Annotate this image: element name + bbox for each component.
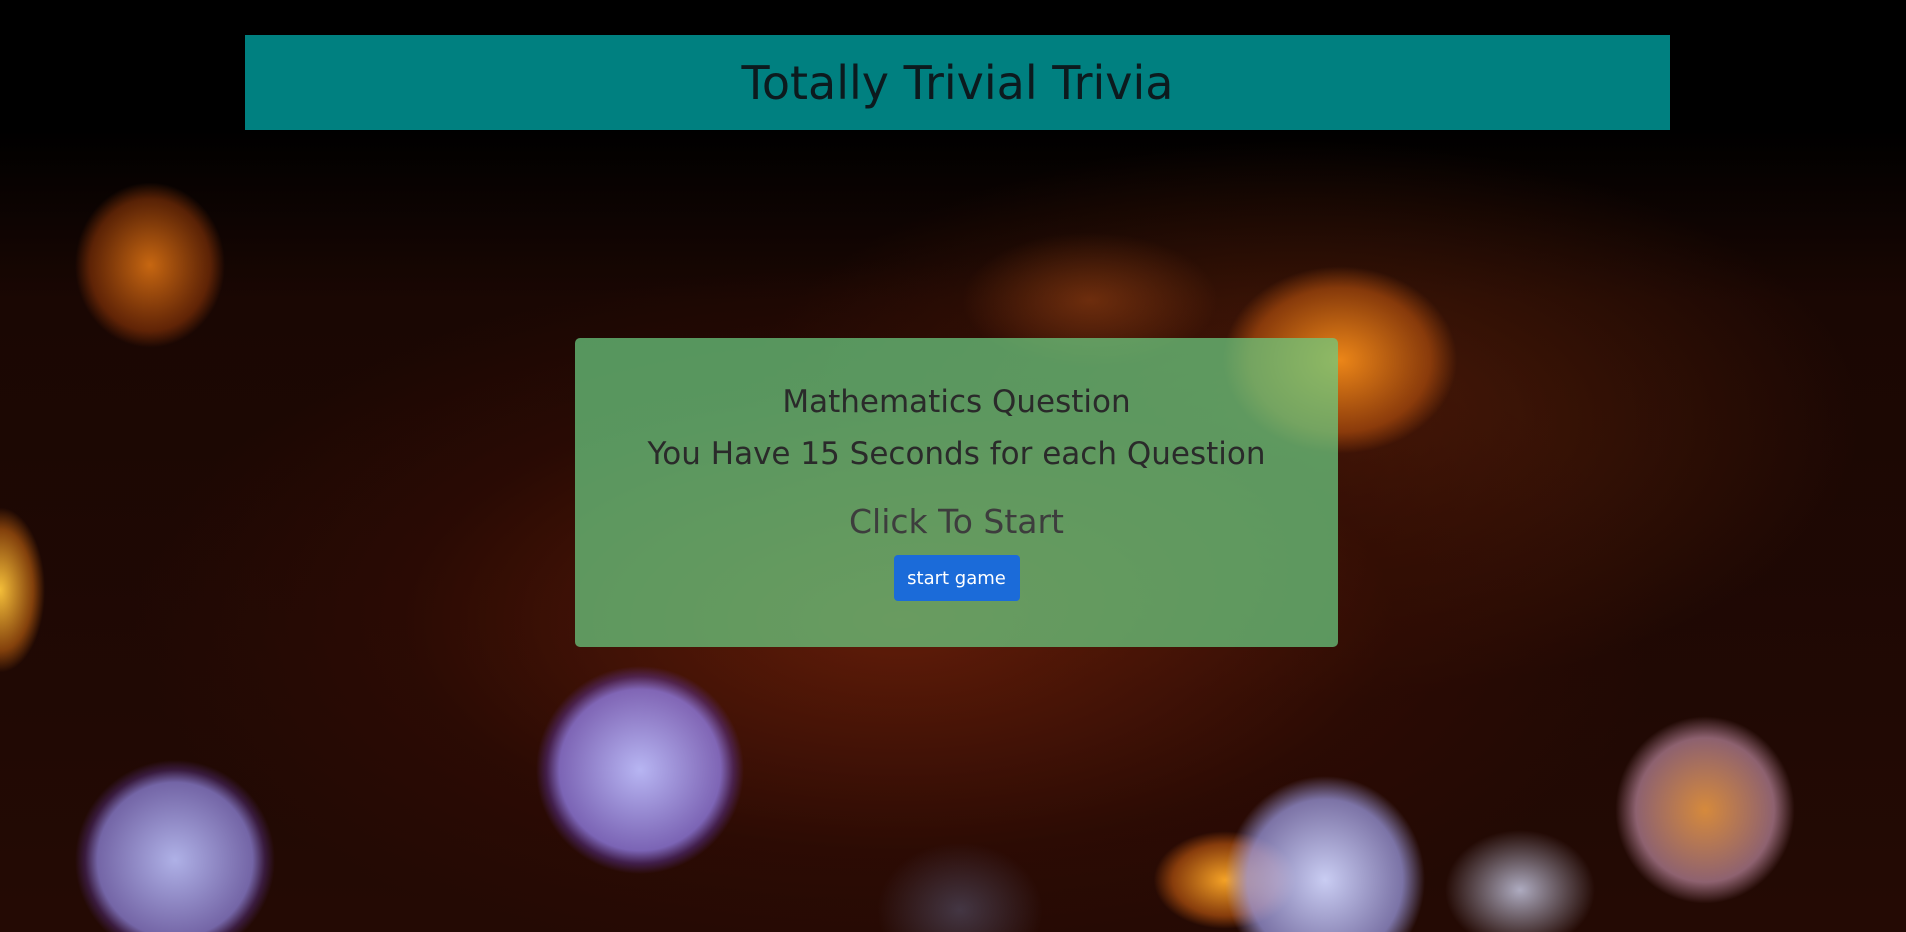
time-info-heading: You Have 15 Seconds for each Question (647, 436, 1266, 472)
start-panel: Mathematics Question You Have 15 Seconds… (575, 338, 1338, 647)
start-game-button[interactable]: start game (893, 555, 1020, 601)
page-title: Totally Trivial Trivia (741, 55, 1174, 110)
header-banner: Totally Trivial Trivia (245, 35, 1670, 130)
click-to-start-label: Click To Start (849, 502, 1064, 541)
category-heading: Mathematics Question (782, 384, 1131, 420)
